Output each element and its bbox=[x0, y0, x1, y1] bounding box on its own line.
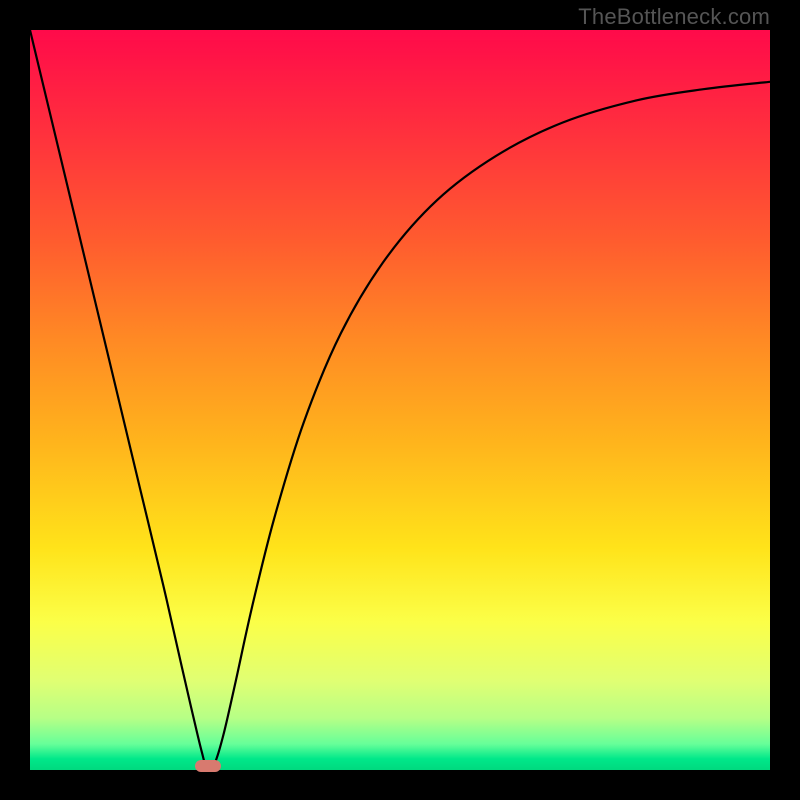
optimal-marker bbox=[195, 760, 221, 772]
watermark-text: TheBottleneck.com bbox=[578, 4, 770, 30]
bottleneck-curve bbox=[30, 30, 770, 771]
plot-area bbox=[30, 30, 770, 770]
curve-layer bbox=[30, 30, 770, 770]
